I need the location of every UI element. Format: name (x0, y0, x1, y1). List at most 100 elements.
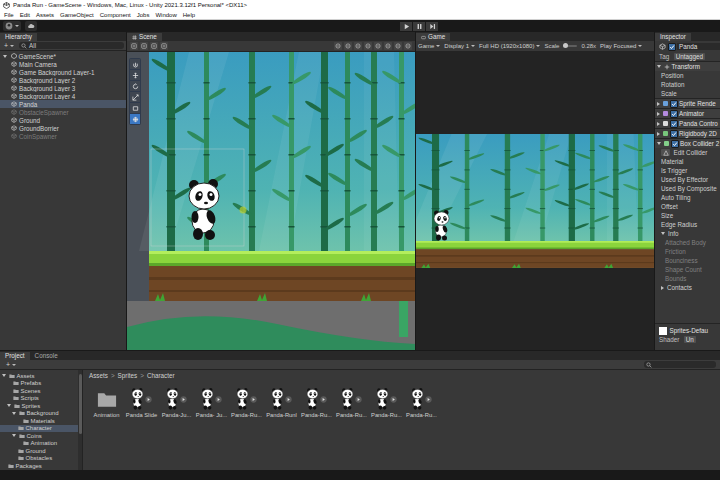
menu-item[interactable]: Window (155, 12, 176, 18)
folder-tree-item[interactable]: Background (0, 410, 78, 418)
transform-tool-button[interactable] (130, 59, 140, 69)
folder-tree-item[interactable]: Assets (0, 372, 78, 380)
tag-dropdown[interactable]: Untagged (674, 53, 705, 60)
expand-arrow-icon[interactable] (390, 396, 397, 403)
expand-arrow-icon[interactable] (320, 396, 327, 403)
object-name-field[interactable]: Panda (677, 43, 720, 50)
project-search[interactable] (644, 361, 716, 368)
shading-icon[interactable] (334, 42, 342, 50)
component-header[interactable]: Sprite Rende (655, 98, 720, 108)
lighting-icon[interactable] (354, 42, 362, 50)
snap-icon[interactable] (160, 42, 168, 50)
display-dropdown[interactable]: Display 1 (444, 43, 475, 49)
project-tab[interactable]: Project (0, 352, 30, 360)
panda-sprite[interactable] (189, 179, 219, 240)
hierarchy-item[interactable]: Ground (0, 116, 126, 124)
expand-arrow-icon[interactable] (215, 396, 222, 403)
folder-tree-item[interactable]: Character (0, 425, 78, 433)
folder-tree-item[interactable]: Animation (0, 440, 78, 448)
component-header[interactable]: Panda Contro (655, 118, 720, 128)
asset-item[interactable]: Panda-Ru... (229, 388, 264, 418)
menu-item[interactable]: Edit (20, 12, 30, 18)
menu-item[interactable]: Assets (36, 12, 54, 18)
edit-collider-button[interactable] (661, 149, 670, 156)
project-tab[interactable]: Console (30, 352, 63, 360)
component-header[interactable]: Animator (655, 108, 720, 118)
camera-icon[interactable] (394, 42, 402, 50)
play-focus-dropdown[interactable]: Play Focused (600, 43, 642, 49)
breadcrumb-item[interactable]: Character (147, 372, 175, 379)
transform-tool-button[interactable] (130, 81, 140, 91)
pivot-gizmo-icon[interactable] (240, 207, 247, 214)
folder-tree-item[interactable]: Coins (0, 432, 78, 440)
expand-arrow-icon[interactable] (180, 396, 187, 403)
step-button[interactable] (426, 22, 438, 31)
resolution-dropdown[interactable]: Full HD (1920x1080) (479, 43, 540, 49)
menu-item[interactable]: Help (183, 12, 195, 18)
scene-canvas[interactable] (127, 52, 415, 350)
material-header[interactable]: Sprites-Defau (655, 326, 720, 335)
hierarchy-item[interactable]: Panda (0, 100, 126, 108)
asset-item[interactable]: Panda-Ru... (404, 388, 439, 418)
transform-tool-button[interactable] (130, 103, 140, 113)
asset-item[interactable]: Panda-Ju... (159, 388, 194, 418)
component-header[interactable]: Rigidbody 2D (655, 128, 720, 138)
asset-item[interactable]: Panda-Ru... (334, 388, 369, 418)
visibility-icon[interactable] (384, 42, 392, 50)
asset-item[interactable]: Animation (89, 388, 124, 418)
asset-item[interactable]: Panda Slide (124, 388, 159, 418)
folder-tree-item[interactable]: Scripts (0, 395, 78, 403)
folder-tree-item[interactable]: Scenes (0, 387, 78, 395)
folder-tree-item[interactable]: Materials (0, 417, 78, 425)
shader-dropdown[interactable]: Un (684, 336, 696, 343)
play-button[interactable] (400, 22, 412, 31)
component-enabled-checkbox[interactable] (670, 110, 678, 118)
component-enabled-checkbox[interactable] (671, 140, 679, 148)
inspector-tab[interactable]: Inspector (655, 33, 691, 41)
expand-arrow-icon[interactable] (285, 396, 292, 403)
pause-button[interactable] (413, 22, 425, 31)
hierarchy-item[interactable]: Game Background Layer-1 (0, 68, 126, 76)
component-enabled-checkbox[interactable] (670, 120, 678, 128)
hierarchy-item[interactable]: CoinSpawner (0, 132, 126, 140)
breadcrumb-item[interactable]: Sprites (118, 372, 138, 379)
info-foldout[interactable]: Info (655, 229, 720, 238)
folder-tree-item[interactable]: Prefabs (0, 380, 78, 388)
folder-tree-item[interactable]: Sprites (0, 402, 78, 410)
folder-tree-item[interactable]: Obstacles (0, 455, 78, 463)
asset-item[interactable]: Panda- Ju... (194, 388, 229, 418)
asset-item[interactable]: Panda-Ru... (369, 388, 404, 418)
component-enabled-checkbox[interactable] (670, 100, 678, 108)
hierarchy-item[interactable]: ObstacleSpawner (0, 108, 126, 116)
mode-2d-icon[interactable] (344, 42, 352, 50)
hierarchy-search[interactable]: All (19, 42, 124, 49)
breadcrumb-item[interactable]: Assets (89, 372, 108, 379)
audio-icon[interactable] (364, 42, 372, 50)
transform-tool-button[interactable] (130, 70, 140, 80)
gizmos-icon[interactable] (404, 42, 412, 50)
transform-tool-button[interactable] (130, 114, 140, 124)
hierarchy-item[interactable]: Main Camera (0, 60, 126, 68)
add-button[interactable]: + (4, 361, 18, 369)
hierarchy-item[interactable]: Background Layer 3 (0, 84, 126, 92)
component-enabled-checkbox[interactable] (670, 130, 678, 138)
account-button[interactable] (3, 21, 21, 31)
grid-icon[interactable] (150, 42, 158, 50)
hierarchy-tab[interactable]: Hierarchy (0, 33, 37, 41)
menu-item[interactable]: Component (100, 12, 131, 18)
scene-tab[interactable]: Scene (127, 33, 162, 41)
game-tab[interactable]: Game (416, 33, 450, 41)
active-checkbox[interactable] (668, 43, 676, 51)
global-icon[interactable] (140, 42, 148, 50)
menu-item[interactable]: File (4, 12, 14, 18)
asset-item[interactable]: Panda-Ru... (299, 388, 334, 418)
hierarchy-item[interactable]: Background Layer 2 (0, 76, 126, 84)
transform-header[interactable]: Transform (655, 61, 720, 71)
add-button[interactable]: + (2, 42, 16, 50)
effects-icon[interactable] (374, 42, 382, 50)
hierarchy-item[interactable]: GroundBorrier (0, 124, 126, 132)
transform-tool-button[interactable] (130, 92, 140, 102)
menu-item[interactable]: Jobs (137, 12, 150, 18)
component-header[interactable]: Box Collider 2 (655, 138, 720, 148)
contacts-foldout[interactable]: Contacts (655, 283, 720, 292)
